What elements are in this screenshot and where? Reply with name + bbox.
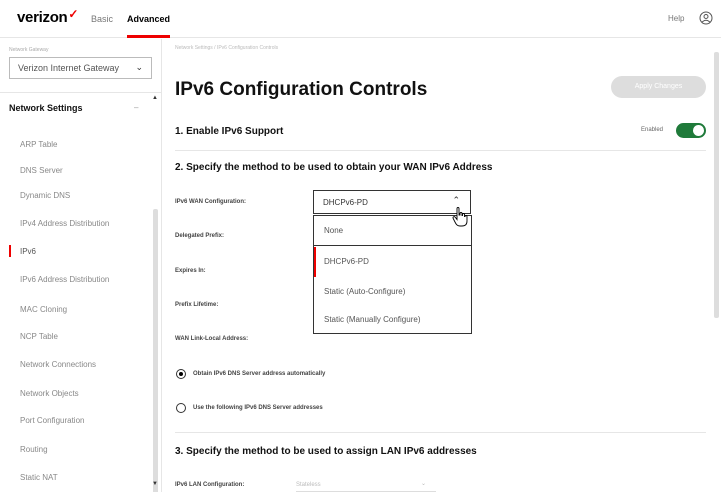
device-select-label: Network Gateway bbox=[9, 47, 49, 53]
wan-config-label: IPv6 WAN Configuration: bbox=[175, 199, 246, 205]
active-item-indicator bbox=[9, 245, 11, 257]
radio-use-following-dns[interactable] bbox=[176, 403, 186, 413]
divider bbox=[175, 150, 706, 151]
sidebar-scrollbar[interactable] bbox=[153, 209, 158, 492]
sidebar-item-arp-table[interactable]: ARP Table bbox=[20, 140, 58, 149]
sidebar-item-dns-server[interactable]: DNS Server bbox=[20, 166, 63, 175]
lan-config-select[interactable]: Stateless ⌄ bbox=[296, 480, 436, 492]
dropdown-option-static-manual[interactable]: Static (Manually Configure) bbox=[314, 305, 471, 335]
chevron-down-icon: ⌄ bbox=[135, 62, 143, 72]
radio-obtain-dns-auto[interactable] bbox=[176, 369, 186, 379]
prefix-lifetime-label: Prefix Lifetime: bbox=[175, 302, 219, 308]
sidebar-section-network-settings[interactable]: Network Settings bbox=[9, 103, 83, 113]
dropdown-option-static-auto[interactable]: Static (Auto-Configure) bbox=[314, 277, 471, 307]
wan-config-value: DHCPv6-PD bbox=[323, 198, 368, 207]
page-title: IPv6 Configuration Controls bbox=[175, 79, 428, 100]
sidebar-item-ncp-table[interactable]: NCP Table bbox=[20, 332, 58, 341]
nav-tab-advanced[interactable]: Advanced bbox=[127, 14, 170, 24]
breadcrumb[interactable]: Network Settings / IPv6 Configuration Co… bbox=[175, 45, 278, 51]
sidebar-item-dynamic-dns[interactable]: Dynamic DNS bbox=[20, 191, 70, 200]
delegated-prefix-label: Delegated Prefix: bbox=[175, 233, 225, 239]
divider bbox=[175, 432, 706, 433]
sidebar: Network Gateway Verizon Internet Gateway… bbox=[0, 39, 162, 492]
section-wan-address-method: 2. Specify the method to be used to obta… bbox=[175, 162, 493, 173]
collapse-icon[interactable]: – bbox=[134, 103, 138, 112]
wan-link-local-label: WAN Link-Local Address: bbox=[175, 336, 249, 342]
device-select[interactable]: Verizon Internet Gateway ⌄ bbox=[9, 57, 152, 79]
sidebar-item-ipv6[interactable]: IPv6 bbox=[20, 247, 36, 256]
active-tab-indicator bbox=[127, 35, 170, 38]
wan-config-select[interactable]: DHCPv6-PD ⌃ bbox=[313, 190, 471, 214]
ipv6-enable-toggle[interactable] bbox=[676, 123, 706, 138]
radio-obtain-dns-label: Obtain IPv6 DNS Server address automatic… bbox=[193, 371, 326, 377]
scroll-up-icon[interactable]: ▲ bbox=[152, 95, 158, 101]
dropdown-option-none[interactable]: None bbox=[314, 216, 471, 246]
user-account-icon[interactable] bbox=[699, 11, 713, 25]
section-enable-ipv6: 1. Enable IPv6 Support bbox=[175, 126, 284, 137]
sidebar-item-network-objects[interactable]: Network Objects bbox=[20, 389, 79, 398]
expires-in-label: Expires In: bbox=[175, 268, 206, 274]
hand-cursor-icon bbox=[452, 207, 468, 227]
chevron-up-icon: ⌃ bbox=[452, 195, 460, 205]
sidebar-item-mac-cloning[interactable]: MAC Cloning bbox=[20, 305, 67, 314]
help-link[interactable]: Help bbox=[668, 14, 684, 23]
main-scrollbar[interactable] bbox=[714, 52, 719, 318]
toggle-knob bbox=[693, 125, 704, 136]
sidebar-item-network-connections[interactable]: Network Connections bbox=[20, 360, 96, 369]
nav-tab-basic[interactable]: Basic bbox=[91, 14, 113, 24]
logo-check-icon: ✓ bbox=[68, 7, 79, 21]
top-bar: verizon✓ Basic Advanced Help bbox=[0, 0, 721, 38]
radio-use-dns-label: Use the following IPv6 DNS Server addres… bbox=[193, 405, 323, 411]
lan-config-label: IPv6 LAN Configuration: bbox=[175, 482, 245, 488]
logo-text: verizon bbox=[17, 9, 68, 26]
sidebar-item-ipv6-address-distribution[interactable]: IPv6 Address Distribution bbox=[20, 275, 109, 284]
sidebar-item-static-nat[interactable]: Static NAT bbox=[20, 473, 58, 482]
verizon-logo[interactable]: verizon✓ bbox=[17, 7, 79, 26]
chevron-down-icon: ⌄ bbox=[420, 481, 426, 487]
device-select-value: Verizon Internet Gateway bbox=[18, 63, 120, 73]
sidebar-item-routing[interactable]: Routing bbox=[20, 445, 48, 454]
section-lan-address-method: 3. Specify the method to be used to assi… bbox=[175, 446, 477, 457]
sidebar-item-port-configuration[interactable]: Port Configuration bbox=[20, 416, 84, 425]
toggle-label: Enabled bbox=[641, 127, 664, 133]
sidebar-divider bbox=[0, 92, 161, 93]
scroll-down-icon[interactable]: ▼ bbox=[152, 481, 158, 487]
dropdown-option-dhcpv6-pd[interactable]: DHCPv6-PD bbox=[314, 247, 471, 277]
wan-config-dropdown: None DHCPv6-PD Static (Auto-Configure) S… bbox=[313, 215, 472, 334]
apply-changes-button[interactable]: Apply Changes bbox=[611, 76, 706, 98]
lan-config-value: Stateless bbox=[296, 482, 321, 488]
sidebar-item-ipv4-address-distribution[interactable]: IPv4 Address Distribution bbox=[20, 219, 109, 228]
radio-selected-dot bbox=[179, 372, 183, 376]
